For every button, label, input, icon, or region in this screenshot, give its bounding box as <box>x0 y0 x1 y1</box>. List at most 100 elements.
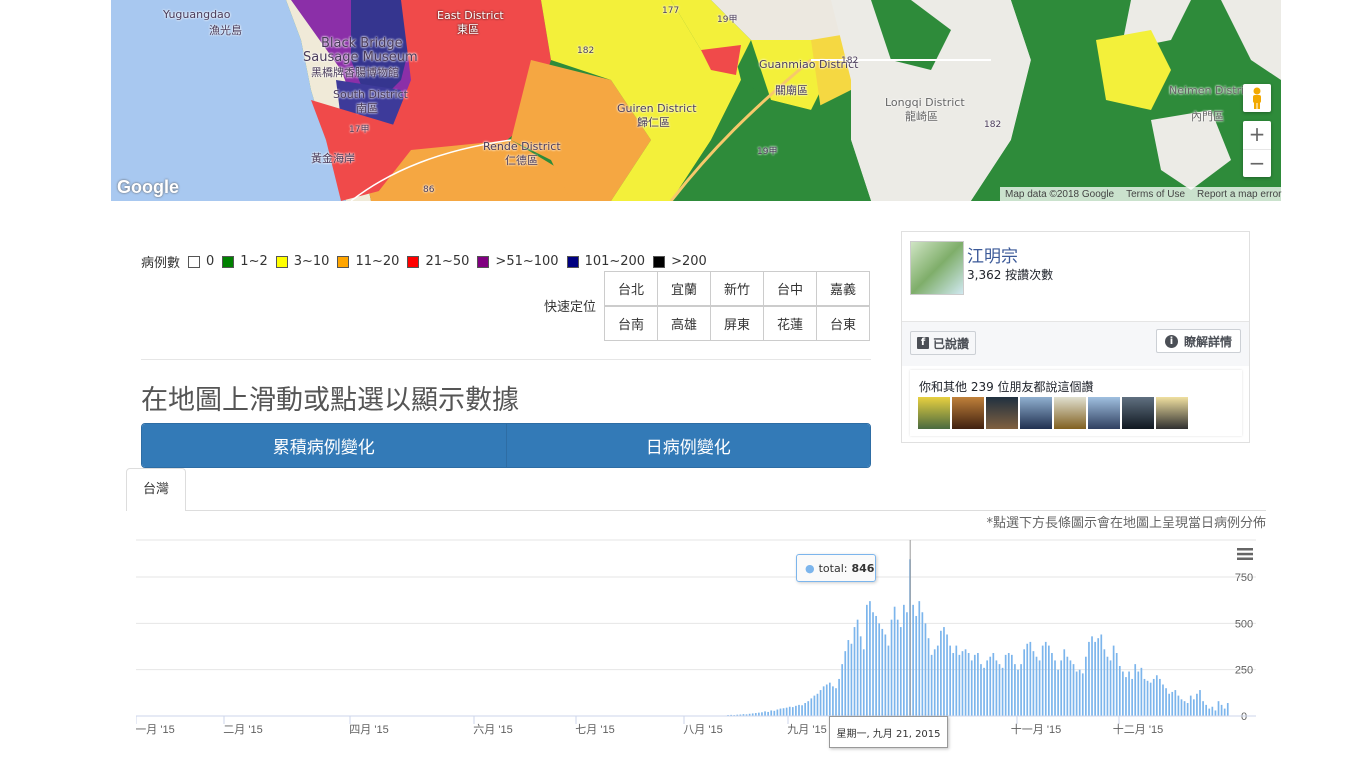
chart-bar <box>1001 667 1004 716</box>
chart-bar <box>862 649 865 716</box>
learn-more-label: 瞭解詳情 <box>1183 334 1232 349</box>
locate-pingtung-button[interactable]: 屏東 <box>710 306 764 341</box>
tab-taiwan[interactable]: 台灣 <box>126 468 186 511</box>
chart-bar <box>850 643 853 716</box>
chart-bar <box>998 664 1001 716</box>
tooltip-value: 846 <box>851 561 875 575</box>
y-tick-label: 0 <box>1241 711 1247 723</box>
chart-bar <box>1094 641 1096 716</box>
locate-tainan-button[interactable]: 台南 <box>604 306 658 341</box>
liked-button[interactable]: f 已說讚 <box>910 331 977 355</box>
chart-bar <box>782 708 785 716</box>
chart-bar <box>1189 695 1192 716</box>
chart-bar <box>986 660 989 716</box>
chart-bar <box>940 630 942 716</box>
page-owner-name[interactable]: 江明宗 <box>967 242 1018 267</box>
dengue-map[interactable]: Yuguangdao 漁光島 East District 東區 Black Br… <box>111 0 1281 201</box>
chart-bar <box>992 653 995 716</box>
chart-bar <box>893 606 896 716</box>
info-icon: i <box>1164 334 1178 348</box>
road-label: 177 <box>662 6 680 16</box>
chart-bar <box>949 645 951 716</box>
facebook-page-widget: 江明宗 3,362 按讚次數 f 已說讚 i 瞭解詳情 你和其他 239 位朋友… <box>901 231 1250 443</box>
chart-bar <box>1177 695 1180 716</box>
avatar[interactable] <box>986 397 1018 429</box>
locate-taitung-button[interactable]: 台東 <box>816 306 870 341</box>
chart-bar <box>1155 675 1158 716</box>
chart-bar <box>1211 706 1214 716</box>
avatar[interactable] <box>918 397 950 429</box>
chart-bar <box>890 619 893 716</box>
road-label: 17甲 <box>349 125 370 135</box>
chart-bar <box>887 645 890 716</box>
liked-button-label: 已說讚 <box>933 336 970 351</box>
chart-bar <box>1007 653 1010 716</box>
locate-chiayi-button[interactable]: 嘉義 <box>816 271 870 306</box>
terms-of-use-link[interactable]: Terms of Use <box>1126 189 1185 200</box>
locate-kaohsiung-button[interactable]: 高雄 <box>657 306 711 341</box>
avatar[interactable] <box>1122 397 1154 429</box>
zoom-in-button[interactable]: + <box>1243 121 1271 149</box>
chart-bar <box>1159 678 1161 716</box>
chart-bar <box>791 707 794 716</box>
like-count: 3,362 按讚次數 <box>967 268 1054 282</box>
zoom-out-button[interactable]: − <box>1243 149 1271 178</box>
chart-bar <box>1146 680 1149 716</box>
facebook-action-bar: f 已說讚 i 瞭解詳情 <box>902 321 1249 366</box>
chart-bar <box>1063 649 1066 716</box>
avatar[interactable] <box>910 241 964 295</box>
chart-bar <box>930 654 933 716</box>
map-choropleth[interactable] <box>111 0 1281 201</box>
map-place-label: 黑橋牌香腸博物館 <box>311 66 399 79</box>
chart-menu-icon[interactable] <box>1237 546 1253 560</box>
daily-cases-chart[interactable]: 0 250 500 750 一月 '15 二月 '15 四月 '15 六月 '15 七月 '15… <box>136 532 1266 757</box>
avatar[interactable] <box>1054 397 1086 429</box>
legend-title: 病例數 <box>141 256 181 271</box>
chart-bar <box>825 684 828 716</box>
road-label: 182 <box>577 46 595 56</box>
daily-cases-button[interactable]: 日病例變化 <box>505 424 870 467</box>
chart-bar <box>1029 641 1032 716</box>
chart-bar <box>884 634 887 716</box>
chart-bar <box>912 604 914 716</box>
cumulative-cases-button[interactable]: 累積病例變化 <box>142 424 506 467</box>
chart-bar <box>1066 656 1069 716</box>
bar-chart-svg[interactable]: 0 250 500 750 一月 '15 二月 '15 四月 '15 六月 '15 七月 '15… <box>136 532 1266 757</box>
legend-swatch <box>477 255 490 268</box>
legend-swatch <box>566 255 579 268</box>
chart-bar <box>1088 641 1090 716</box>
x-tick-label: 八月 '15 <box>683 724 722 736</box>
locate-hualien-button[interactable]: 花蓮 <box>763 306 817 341</box>
map-place-label: 歸仁區 <box>637 116 670 129</box>
map-attribution: Map data ©2018 Google Terms of Use Repor… <box>1000 187 1286 201</box>
chart-bar <box>1106 656 1109 716</box>
chart-bar <box>1122 671 1124 716</box>
chart-bar <box>785 707 788 716</box>
chart-bar <box>1051 653 1053 716</box>
chart-bar <box>970 660 973 716</box>
locate-yilan-button[interactable]: 宜蘭 <box>657 271 711 306</box>
chart-bar <box>875 615 877 716</box>
learn-more-button[interactable]: i 瞭解詳情 <box>1155 329 1241 353</box>
street-view-pegman-icon[interactable] <box>1243 84 1271 112</box>
friends-box: 你和其他 239 位朋友都說這個讚 <box>910 370 1242 436</box>
chart-bar <box>936 645 939 716</box>
report-map-error-link[interactable]: Report a map error <box>1197 189 1281 200</box>
chart-bar <box>1035 656 1038 716</box>
chart-bar <box>1183 701 1186 716</box>
avatar[interactable] <box>1156 397 1188 429</box>
chart-bar <box>838 678 840 716</box>
map-place-label: 漁光島 <box>209 24 242 37</box>
legend-label: >51~100 <box>495 254 559 269</box>
chart-bar <box>1196 693 1198 716</box>
locate-taipei-button[interactable]: 台北 <box>604 271 658 306</box>
chart-tooltip: ● total: 846 <box>796 554 876 582</box>
road-label: 182 <box>984 120 1002 130</box>
locate-hsinchu-button[interactable]: 新竹 <box>710 271 764 306</box>
locate-taichung-button[interactable]: 台中 <box>763 271 817 306</box>
chart-note: *點選下方長條圖示會在地圖上呈現當日病例分佈 <box>986 516 1266 531</box>
avatar[interactable] <box>1020 397 1052 429</box>
avatar[interactable] <box>952 397 984 429</box>
chart-bar <box>1220 704 1223 716</box>
avatar[interactable] <box>1088 397 1120 429</box>
